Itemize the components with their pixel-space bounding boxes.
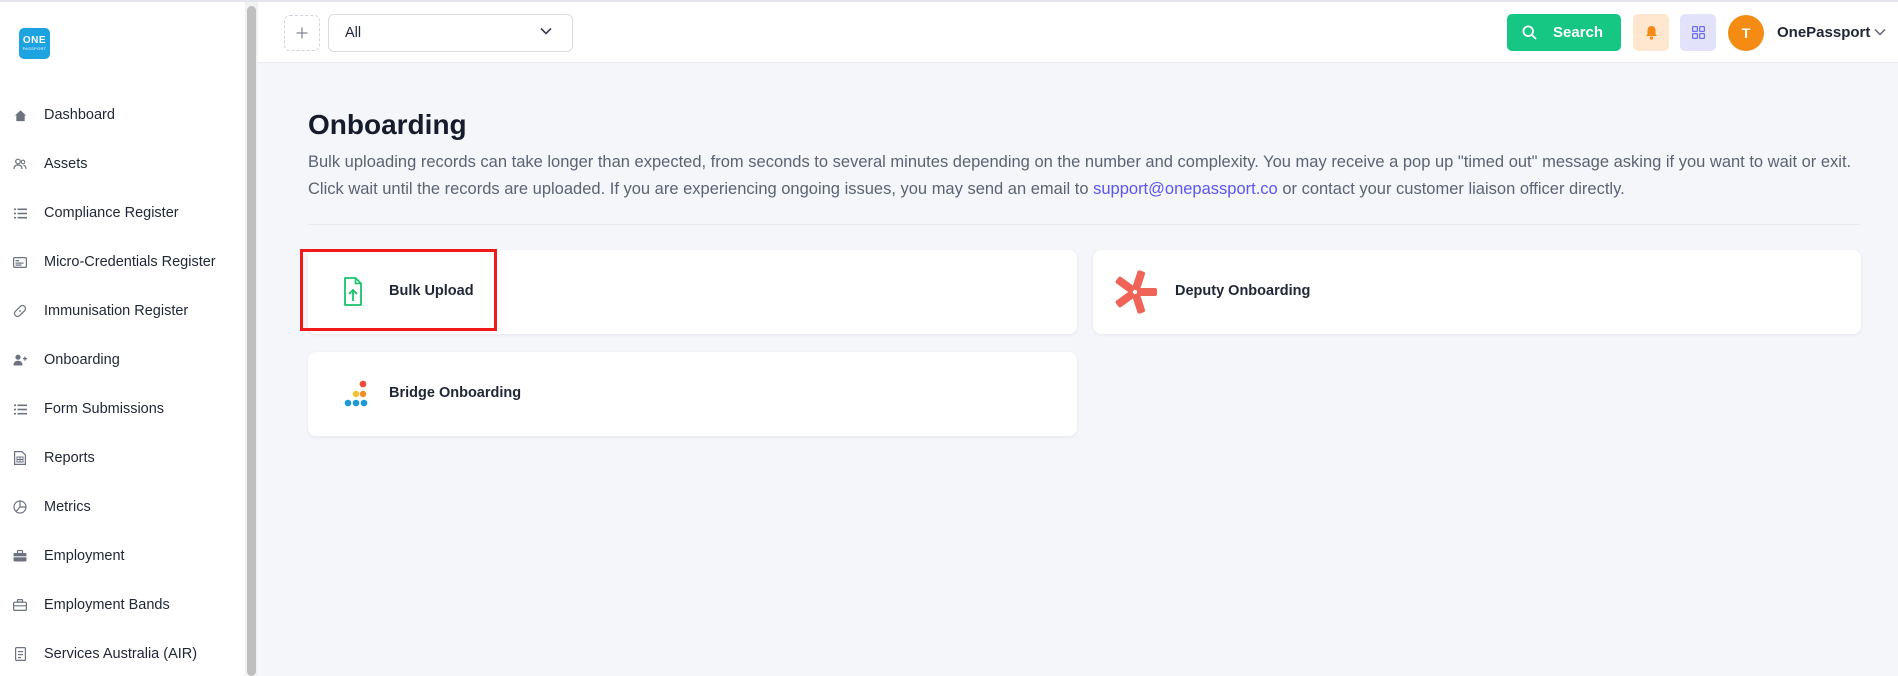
id-card-icon (13, 255, 27, 269)
chevron-down-icon[interactable] (1874, 28, 1886, 36)
sidebar-item-onboarding[interactable]: Onboarding (0, 340, 245, 380)
search-button[interactable]: Search (1507, 14, 1621, 51)
user-name[interactable]: OnePassport (1777, 24, 1870, 41)
bridge-onboarding-card[interactable]: Bridge Onboarding (308, 352, 1077, 436)
bridge-logo-icon (334, 374, 370, 414)
page-description: Bulk uploading records can take longer t… (308, 149, 1868, 203)
user-plus-icon (13, 353, 27, 367)
sidebar-item-label: Assets (44, 156, 88, 172)
sidebar-item-label: Immunisation Register (44, 303, 189, 319)
search-button-label: Search (1553, 24, 1604, 41)
sidebar-item-micro-credentials-register[interactable]: Micro-Credentials Register (0, 242, 245, 282)
page-title: Onboarding (308, 109, 467, 140)
section-divider (308, 224, 1860, 225)
sidebar-item-form-submissions[interactable]: Form Submissions (0, 389, 245, 429)
sidebar-item-label: Dashboard (44, 107, 115, 123)
grid-icon (1691, 26, 1705, 39)
onepassport-logo[interactable]: ONE PASSPORT (19, 28, 50, 59)
chevron-down-icon (540, 27, 552, 35)
sidebar-item-label: Employment (44, 548, 125, 564)
filter-selected-value: All (345, 25, 362, 41)
sidebar-item-label: Onboarding (44, 352, 120, 368)
sidebar-item-label: Compliance Register (44, 205, 179, 221)
selection-highlight (300, 249, 497, 331)
briefcase-icon (13, 549, 27, 563)
spreadsheet-icon (13, 451, 27, 465)
pie-chart-icon (13, 500, 27, 514)
sidebar: ONE PASSPORT Dashboard Assets Compliance… (0, 2, 245, 676)
briefcase-outline-icon (13, 598, 27, 612)
users-icon (13, 157, 27, 171)
sidebar-item-assets[interactable]: Assets (0, 144, 245, 184)
home-icon (13, 108, 27, 122)
bandage-icon (13, 304, 27, 318)
sidebar-item-label: Employment Bands (44, 597, 170, 613)
list-icon (13, 402, 27, 416)
sidebar-item-employment-bands[interactable]: Employment Bands (0, 585, 245, 625)
organisation-filter-select[interactable]: All (328, 14, 573, 52)
sidebar-item-label: Services Australia (AIR) (44, 646, 198, 662)
user-avatar[interactable]: T (1728, 15, 1764, 51)
document-icon (13, 647, 27, 661)
add-button[interactable] (284, 15, 320, 51)
deputy-onboarding-card[interactable]: Deputy Onboarding (1093, 250, 1861, 334)
sidebar-item-label: Metrics (44, 499, 91, 515)
card-label: Bridge Onboarding (389, 385, 522, 401)
sidebar-item-dashboard[interactable]: Dashboard (0, 95, 245, 135)
sidebar-item-metrics[interactable]: Metrics (0, 487, 245, 527)
sidebar-item-label: Reports (44, 450, 95, 466)
list-icon (13, 206, 27, 220)
top-header: All Search T OnePassport (258, 2, 1898, 63)
sidebar-scrollbar-thumb[interactable] (247, 6, 256, 676)
sidebar-item-compliance-register[interactable]: Compliance Register (0, 193, 245, 233)
sidebar-item-label: Micro-Credentials Register (44, 254, 216, 270)
card-label: Deputy Onboarding (1175, 283, 1311, 299)
sidebar-item-label: Form Submissions (44, 401, 165, 417)
logo-text: ONE (22, 35, 47, 46)
apps-grid-button[interactable] (1680, 14, 1716, 51)
sidebar-item-employment[interactable]: Employment (0, 536, 245, 576)
sidebar-item-immunisation-register[interactable]: Immunisation Register (0, 291, 245, 331)
bell-icon (1645, 26, 1657, 40)
notifications-button[interactable] (1633, 14, 1669, 51)
deputy-logo-icon (1111, 266, 1159, 318)
logo-subtext: PASSPORT (22, 46, 47, 51)
sidebar-item-services-australia-air[interactable]: Services Australia (AIR) (0, 634, 245, 674)
plus-icon (296, 27, 308, 39)
search-icon (1522, 25, 1537, 40)
sidebar-scrollbar[interactable] (245, 2, 258, 676)
description-text-end: or contact your customer liaison officer… (1277, 180, 1625, 198)
support-email-link[interactable]: support@onepassport.co (1093, 180, 1278, 198)
sidebar-item-reports[interactable]: Reports (0, 438, 245, 478)
